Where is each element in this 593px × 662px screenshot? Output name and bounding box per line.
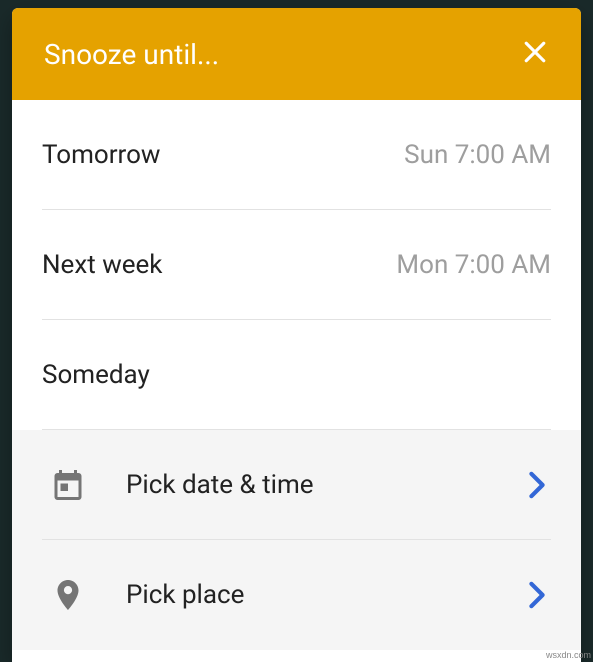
chevron-right-icon — [523, 581, 551, 609]
chevron-right-icon — [523, 471, 551, 499]
snooze-option-next-week[interactable]: Next week Mon 7:00 AM — [12, 210, 581, 320]
close-icon — [520, 37, 550, 71]
action-label: Pick place — [126, 580, 523, 610]
place-icon — [48, 575, 88, 615]
snooze-dialog: Snooze until... Tomorrow Sun 7:00 AM Nex… — [12, 8, 581, 662]
pick-date-time-row[interactable]: Pick date & time — [12, 430, 581, 540]
action-section: Pick date & time Pick place — [12, 430, 581, 650]
action-label: Pick date & time — [126, 470, 523, 500]
option-label: Someday — [42, 360, 150, 390]
option-value: Sun 7:00 AM — [404, 140, 551, 170]
snooze-option-someday[interactable]: Someday — [12, 320, 581, 430]
calendar-icon — [48, 465, 88, 505]
option-label: Next week — [42, 250, 162, 280]
option-value: Mon 7:00 AM — [396, 250, 551, 280]
option-label: Tomorrow — [42, 140, 160, 170]
dialog-header: Snooze until... — [12, 8, 581, 100]
dialog-title: Snooze until... — [44, 38, 219, 71]
pick-place-row[interactable]: Pick place — [12, 540, 581, 650]
close-button[interactable] — [517, 36, 553, 72]
watermark: wsxdn.com — [546, 650, 591, 660]
snooze-option-tomorrow[interactable]: Tomorrow Sun 7:00 AM — [12, 100, 581, 210]
